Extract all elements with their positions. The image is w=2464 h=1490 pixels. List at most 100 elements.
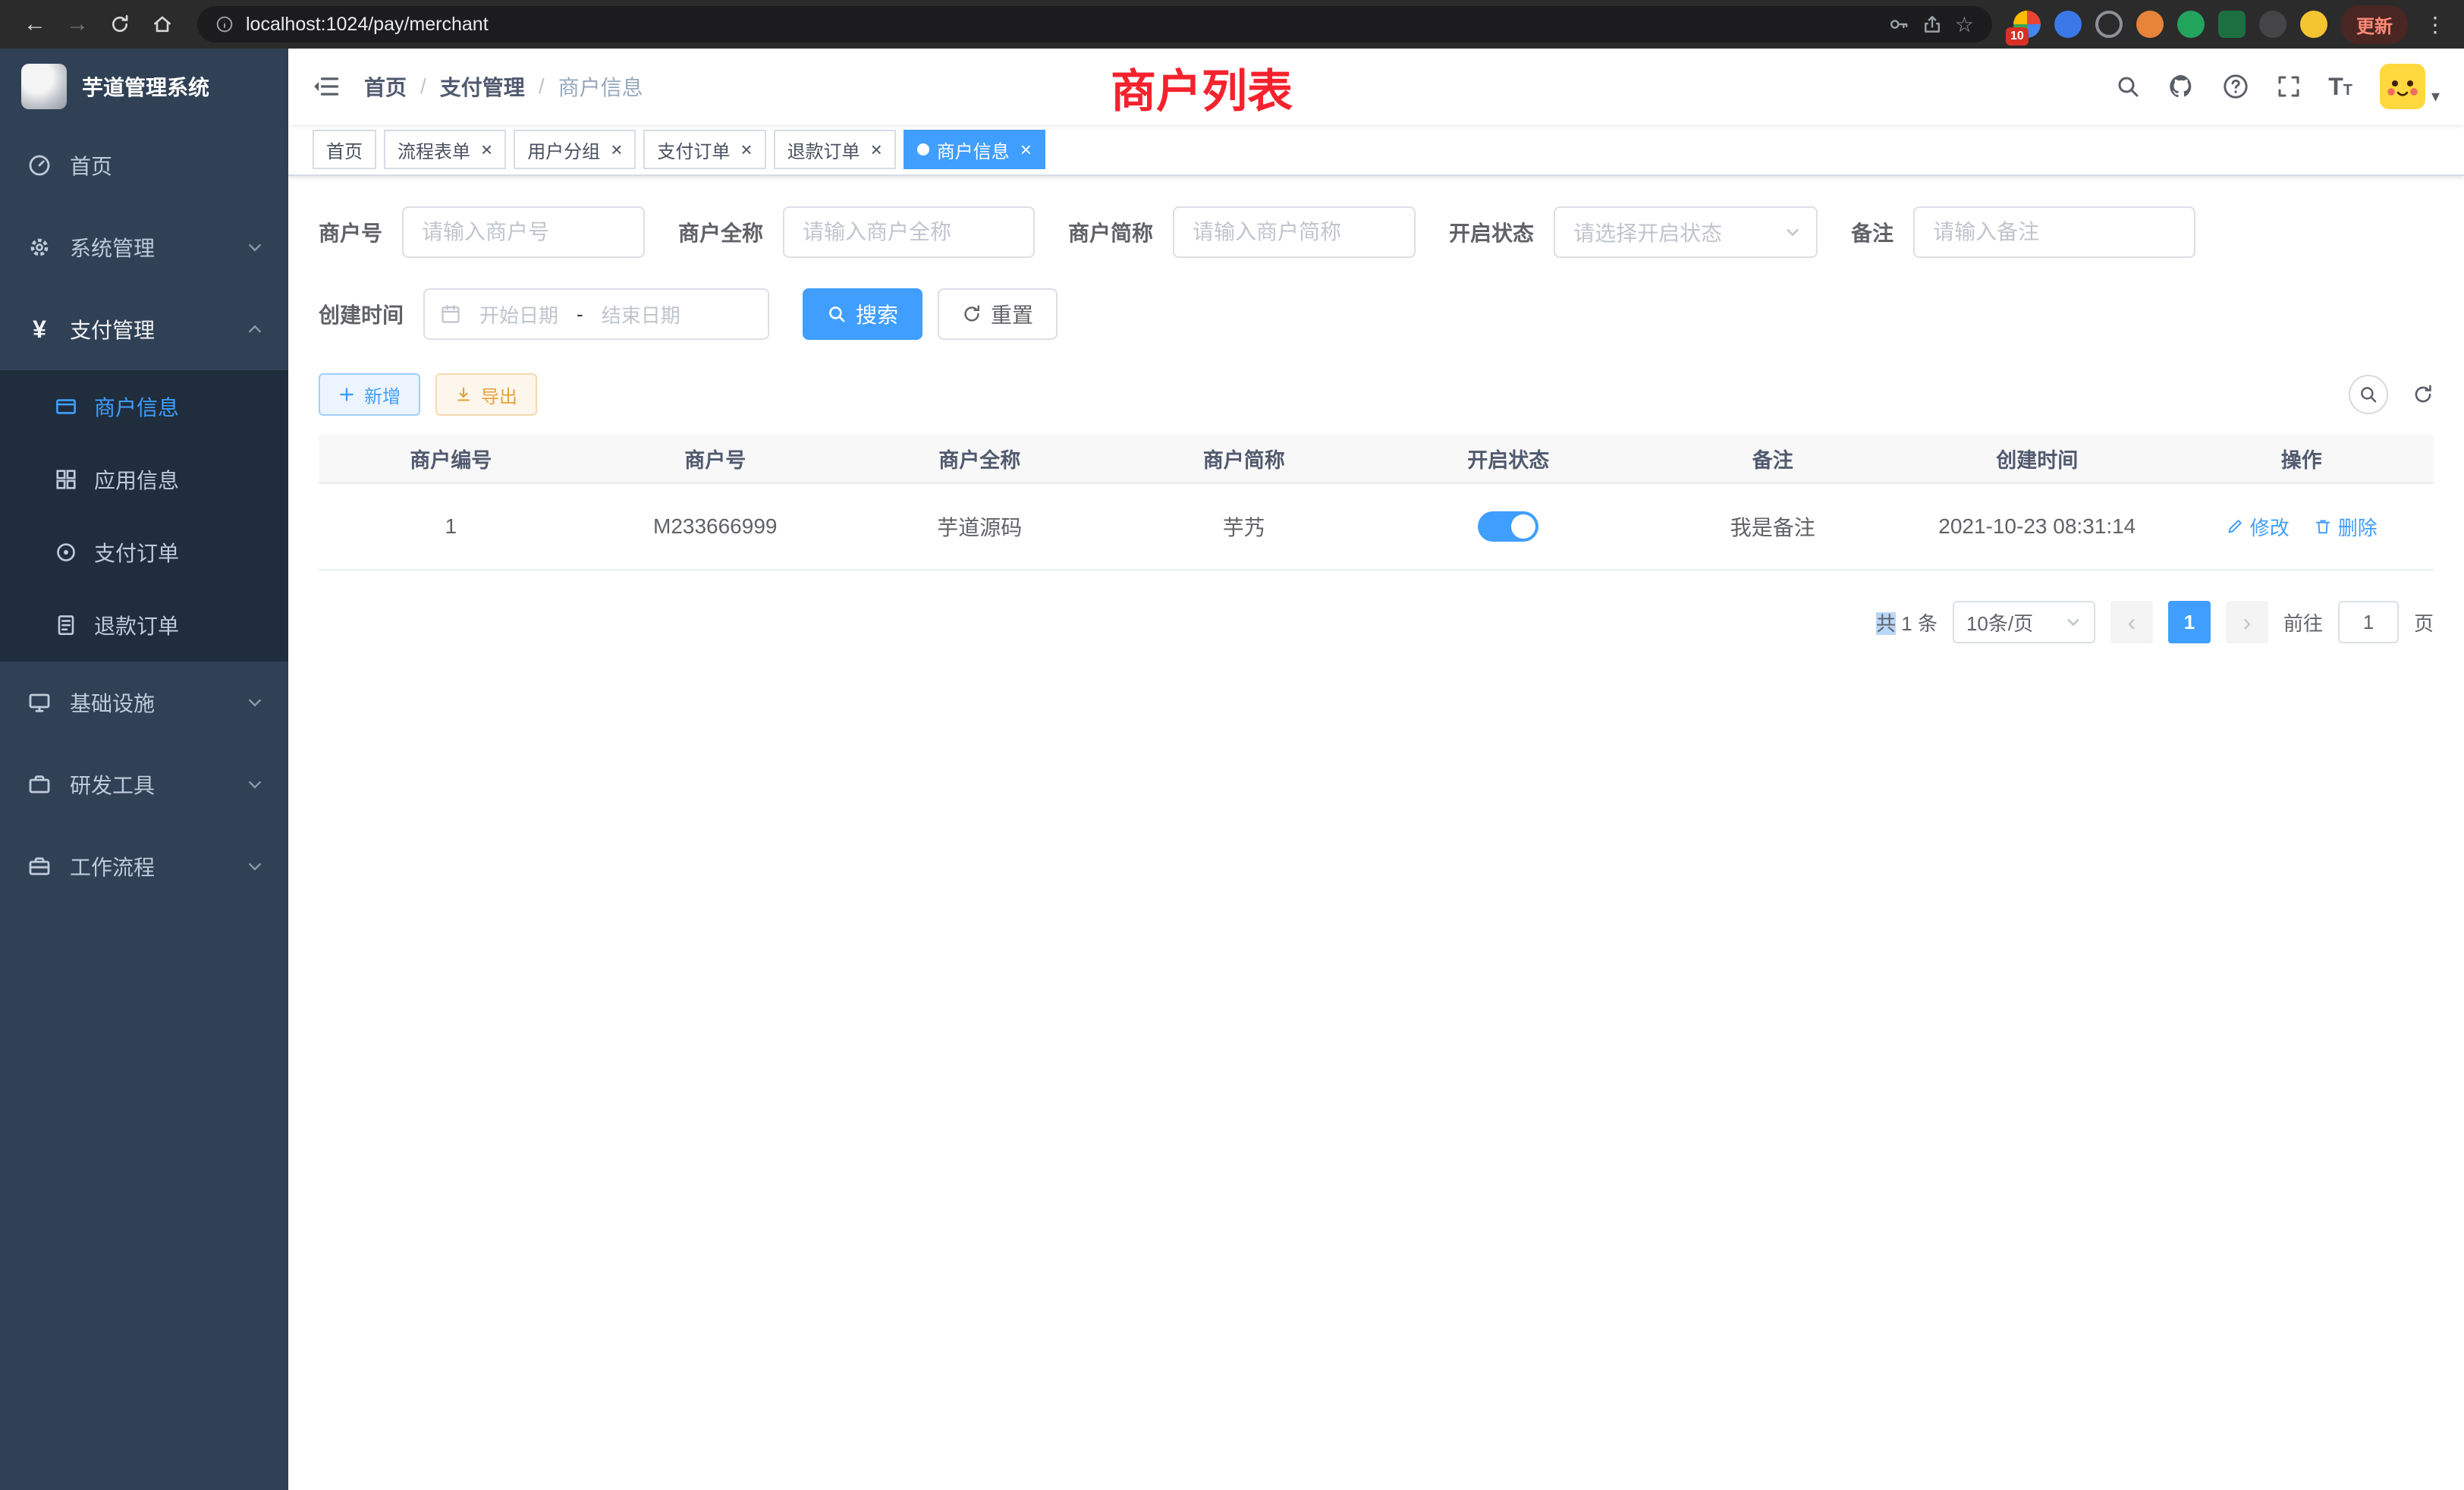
merchant-table: 商户编号 商户号 商户全称 商户简称 开启状态 备注 创建时间 操作 1 M23… [319,434,2434,571]
tab-close-icon[interactable]: × [611,140,622,159]
breadcrumb-home[interactable]: 首页 [364,71,407,102]
sidebar-subitem-app-info[interactable]: 应用信息 [0,443,288,516]
edit-link[interactable]: 修改 [2226,513,2290,541]
extension-icon-gray[interactable] [2095,11,2123,38]
header-search-icon[interactable] [2116,74,2140,99]
sidebar-subitem-merchant-info[interactable]: 商户信息 [0,370,288,443]
sidebar-item-devtools[interactable]: 研发工具 [0,743,288,825]
tab-close-icon[interactable]: × [871,140,882,159]
merchant-no-input[interactable] [402,206,645,258]
tab-process-form[interactable]: 流程表单 × [384,130,506,169]
full-name-input[interactable] [783,206,1035,258]
reload-button[interactable] [100,5,140,44]
browser-menu-icon[interactable]: ⋮ [2422,12,2449,37]
tags-view: 首页 流程表单 × 用户分组 × 支付订单 × 退款订单 × 商户信息 × [288,124,2464,176]
help-icon[interactable] [2222,73,2249,100]
extension-icon-yellow[interactable] [2300,11,2327,38]
navbar-actions: TT ▾ [2116,64,2440,109]
cell-status [1376,511,1641,542]
table-toolbar: 新增 导出 [319,373,2434,416]
extension-icon-orange[interactable] [2136,11,2164,38]
bookmark-star-icon[interactable]: ☆ [1955,12,1974,37]
sidebar-item-system[interactable]: 系统管理 [0,206,288,288]
chevron-down-icon [246,857,264,875]
tab-close-icon[interactable]: × [481,140,492,159]
back-button[interactable]: ← [15,5,55,44]
add-button[interactable]: 新增 [319,373,420,416]
create-time-label: 创建时间 [319,299,404,329]
github-icon[interactable] [2167,73,2195,100]
extension-icon-blue[interactable] [2054,11,2082,38]
user-menu[interactable]: ▾ [2380,64,2440,109]
breadcrumb-payment[interactable]: 支付管理 [440,71,525,102]
remark-input[interactable] [1913,206,2195,258]
export-button[interactable]: 导出 [435,373,537,416]
sidebar-item-payment[interactable]: ¥ 支付管理 [0,288,288,370]
goto-page-input[interactable] [2338,601,2399,643]
extension-icon-green-circle[interactable] [2177,11,2205,38]
create-time-range-input[interactable]: 开始日期 - 结束日期 [423,288,769,340]
extension-icon-green-square[interactable] [2218,11,2246,38]
date-end-placeholder: 结束日期 [602,300,680,328]
sidebar-item-label: 工作流程 [70,851,228,882]
column-header: 商户编号 [319,444,583,473]
short-name-field: 商户简称 [1068,206,1416,258]
main-area: 首页 / 支付管理 / 商户信息 TT [288,49,2464,1490]
tab-refund-order[interactable]: 退款订单 × [774,130,896,169]
short-name-input[interactable] [1173,206,1416,258]
column-header: 商户简称 [1112,444,1377,473]
column-header: 商户号 [583,444,848,473]
status-select[interactable]: 请选择开启状态 [1554,206,1818,258]
sidebar-toggle-icon[interactable] [313,73,340,100]
breadcrumb-separator: / [420,74,426,99]
page-number-1[interactable]: 1 [2168,601,2211,643]
forward-button[interactable]: → [58,5,97,44]
table-row: 1 M233666999 芋道源码 芋艿 我是备注 2021-10-23 08:… [319,484,2434,571]
sidebar-subitem-pay-order[interactable]: 支付订单 [0,516,288,589]
sidebar-subitem-refund-order[interactable]: 退款订单 [0,589,288,662]
short-name-label: 商户简称 [1068,217,1153,247]
download-icon [455,386,472,403]
delete-link[interactable]: 删除 [2314,513,2378,541]
toggle-search-button[interactable] [2349,375,2388,414]
cell-merchant-id: 1 [319,514,583,539]
refresh-table-button[interactable] [2412,384,2434,405]
home-button[interactable] [143,5,182,44]
share-icon[interactable] [1922,14,1943,35]
next-page-button[interactable]: › [2226,601,2268,643]
prev-page-button[interactable]: ‹ [2110,601,2153,643]
sidebar-item-home[interactable]: 首页 [0,124,288,206]
cell-merchant-no: M233666999 [583,514,848,539]
tab-label: 商户信息 [937,137,1010,163]
extension-icon-dark[interactable] [2259,11,2286,38]
status-toggle[interactable] [1478,511,1538,542]
tab-merchant-info[interactable]: 商户信息 × [904,130,1045,169]
tab-user-group[interactable]: 用户分组 × [514,130,636,169]
site-info-icon[interactable] [215,15,234,33]
credit-card-icon [55,395,77,418]
page-size-select[interactable]: 10条/页 [1953,601,2095,643]
extension-icon-colorful[interactable]: 10 [2013,11,2041,38]
add-button-label: 新增 [364,382,401,408]
chrome-update-button[interactable]: 更新 [2341,5,2408,44]
app-logo[interactable]: 芋道管理系统 [0,49,288,124]
tab-pay-order[interactable]: 支付订单 × [643,130,765,169]
fullscreen-icon[interactable] [2277,74,2301,99]
tab-close-icon[interactable]: × [1020,140,1032,159]
tab-close-icon[interactable]: × [740,140,752,159]
search-button[interactable]: 搜索 [803,288,922,340]
refresh-icon [962,304,982,324]
app-title: 芋道管理系统 [82,71,209,102]
column-header: 开启状态 [1376,444,1641,473]
font-size-icon[interactable]: TT [2328,74,2352,99]
sidebar-item-workflow[interactable]: 工作流程 [0,825,288,907]
chevron-down-icon [246,693,264,712]
reset-button[interactable]: 重置 [938,288,1058,340]
password-key-icon[interactable] [1888,14,1909,35]
status-field: 开启状态 请选择开启状态 [1449,206,1818,258]
top-navbar: 首页 / 支付管理 / 商户信息 TT [288,49,2464,124]
tab-home[interactable]: 首页 [313,130,376,169]
address-bar[interactable]: localhost:1024/pay/merchant ☆ [197,6,1992,42]
delete-link-label: 删除 [2338,513,2378,541]
sidebar-item-infra[interactable]: 基础设施 [0,662,288,743]
